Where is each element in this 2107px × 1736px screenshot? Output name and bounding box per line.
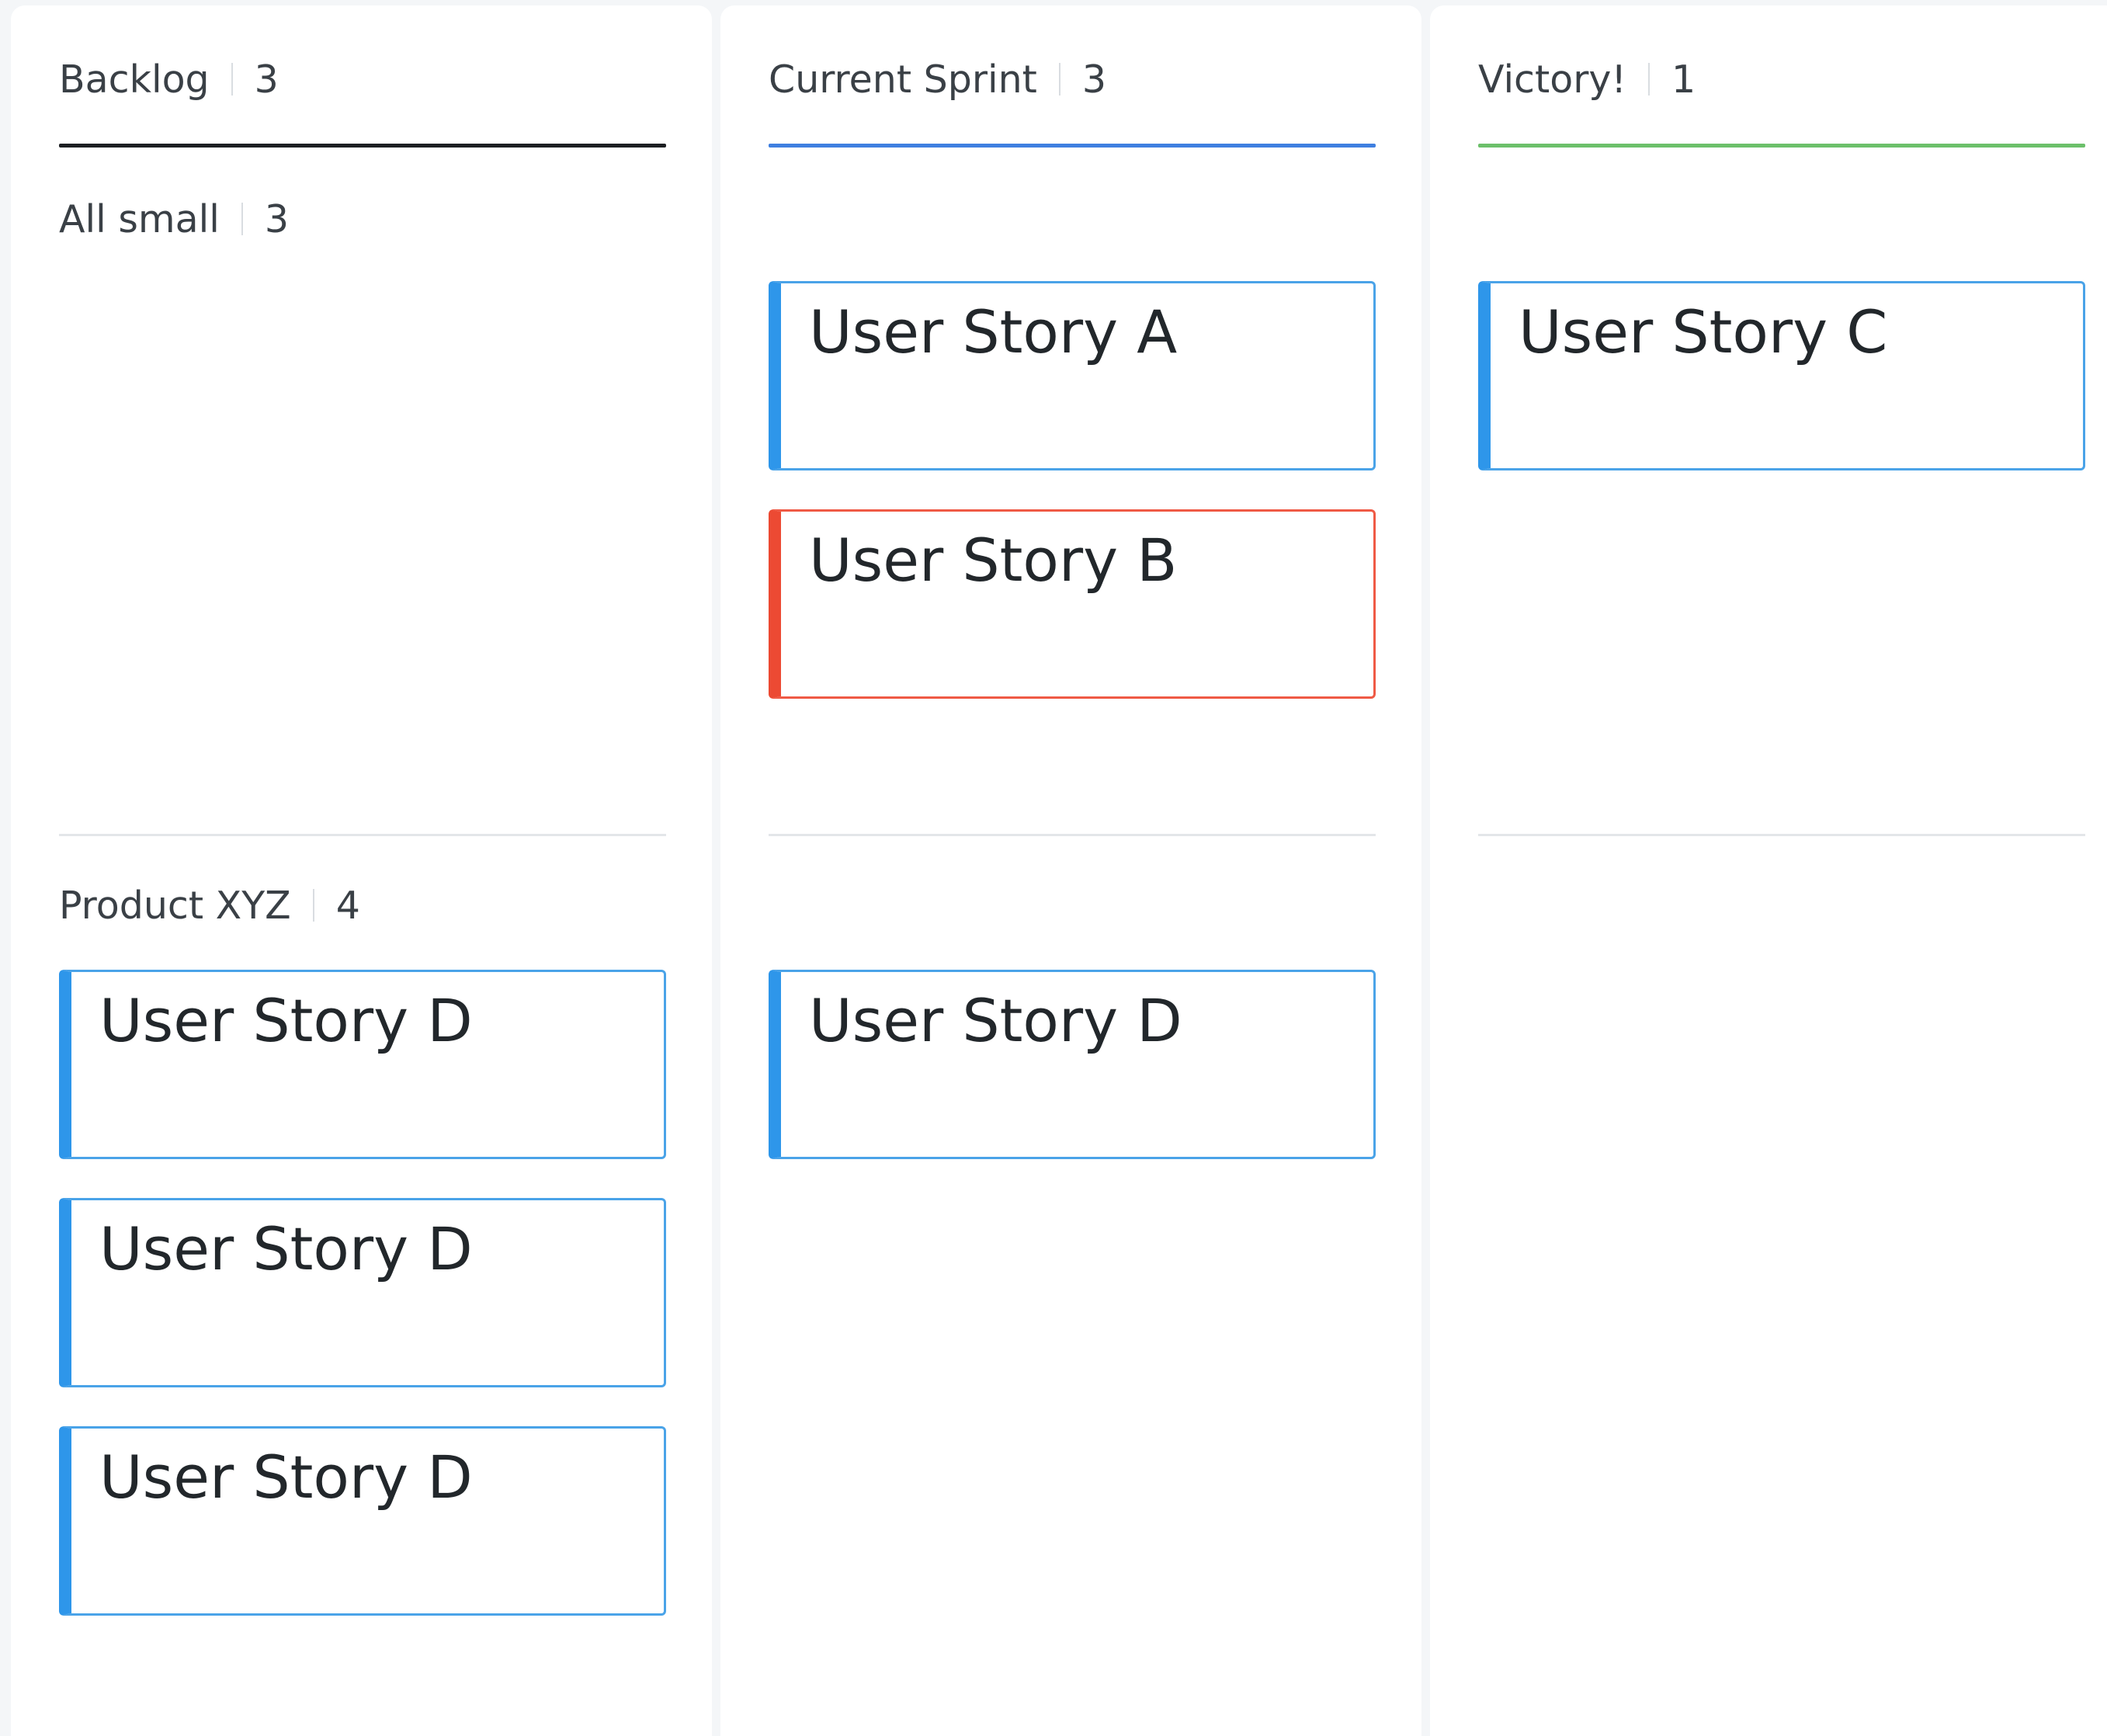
lane-header-all-small[interactable]: All small 3 bbox=[59, 192, 289, 246]
header-separator bbox=[1647, 63, 1650, 95]
card-title: User Story D bbox=[809, 986, 1182, 1055]
lane-separator bbox=[241, 203, 243, 235]
column-accent-bar bbox=[1478, 144, 2085, 148]
lane-separator bbox=[312, 889, 314, 922]
lane-title: All small bbox=[59, 196, 220, 241]
lane-title: Product XYZ bbox=[59, 883, 291, 928]
card-title: User Story A bbox=[809, 297, 1178, 366]
column-backlog: Backlog 3 All small 3 Product XYZ 4 User… bbox=[11, 5, 712, 1736]
story-card[interactable]: User Story D bbox=[59, 970, 666, 1159]
column-header[interactable]: Victory! 1 bbox=[1478, 52, 1696, 106]
story-card[interactable]: User Story D bbox=[59, 1198, 666, 1387]
card-title: User Story D bbox=[99, 986, 473, 1055]
column-header[interactable]: Current Sprint 3 bbox=[769, 52, 1106, 106]
lane-count: 3 bbox=[264, 196, 290, 241]
card-title: User Story D bbox=[99, 1443, 473, 1512]
lane-divider bbox=[769, 834, 1376, 836]
column-accent-bar bbox=[59, 144, 666, 148]
header-separator bbox=[231, 63, 233, 95]
card-title: User Story B bbox=[809, 526, 1178, 595]
column-title: Backlog bbox=[59, 57, 210, 102]
column-title: Victory! bbox=[1478, 57, 1626, 102]
column-count: 3 bbox=[254, 57, 279, 102]
story-card[interactable]: User Story B bbox=[769, 509, 1376, 699]
column-header[interactable]: Backlog 3 bbox=[59, 52, 279, 106]
story-card[interactable]: User Story D bbox=[769, 970, 1376, 1159]
story-card[interactable]: User Story A bbox=[769, 281, 1376, 470]
card-title: User Story C bbox=[1519, 297, 1888, 366]
column-accent-bar bbox=[769, 144, 1376, 148]
lane-count: 4 bbox=[335, 883, 360, 928]
column-current-sprint: Current Sprint 3 User Story A User Story… bbox=[720, 5, 1421, 1736]
column-count: 1 bbox=[1671, 57, 1696, 102]
story-card[interactable]: User Story C bbox=[1478, 281, 2085, 470]
header-separator bbox=[1058, 63, 1060, 95]
column-title: Current Sprint bbox=[769, 57, 1037, 102]
story-card[interactable]: User Story D bbox=[59, 1426, 666, 1616]
column-victory: Victory! 1 User Story C bbox=[1430, 5, 2107, 1736]
column-count: 3 bbox=[1081, 57, 1107, 102]
lane-divider bbox=[59, 834, 666, 836]
lane-header-product-xyz[interactable]: Product XYZ 4 bbox=[59, 878, 360, 932]
card-title: User Story D bbox=[99, 1214, 473, 1283]
lane-divider bbox=[1478, 834, 2085, 836]
